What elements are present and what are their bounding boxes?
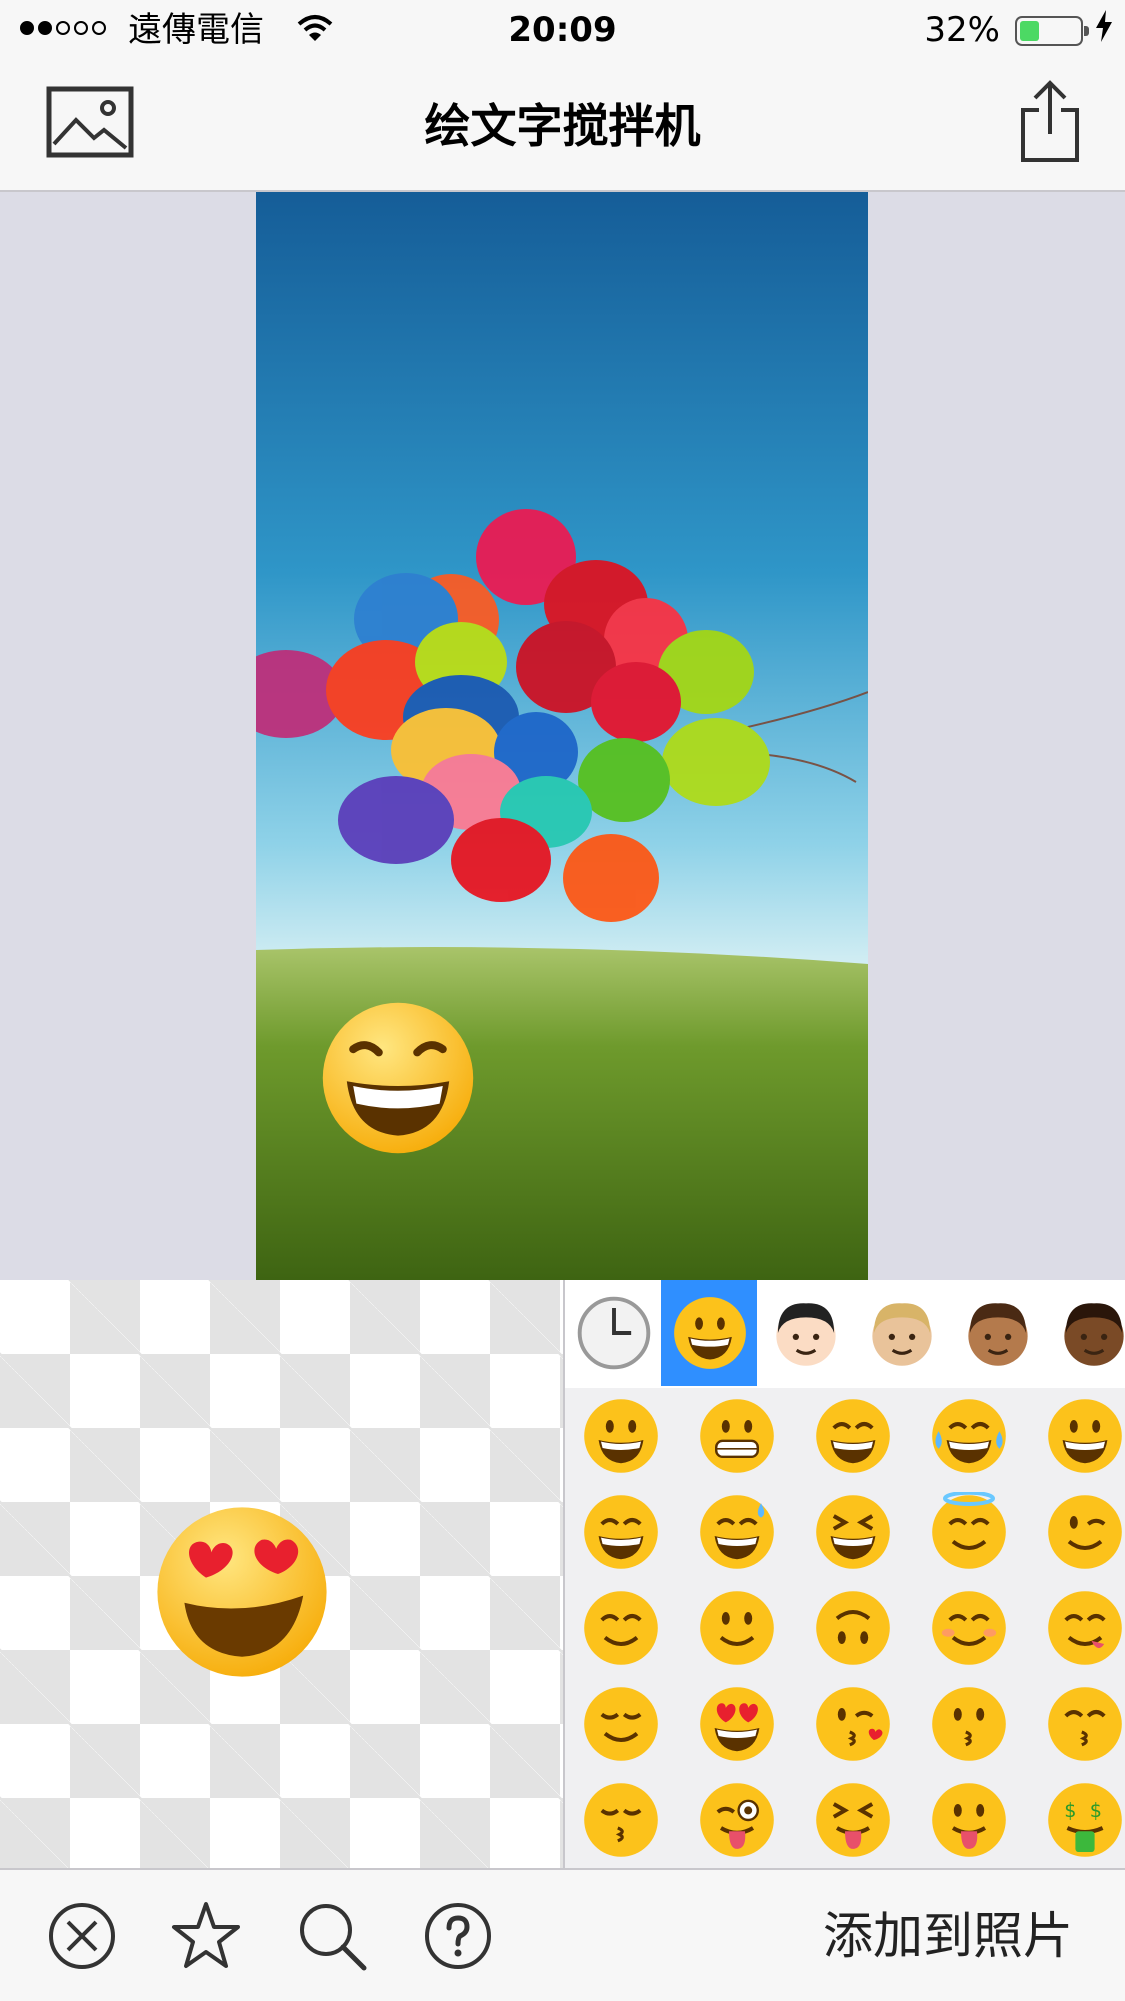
emoji-key-kissing-smiling-eyes-face[interactable] <box>1029 1676 1125 1772</box>
category-tab-bar <box>565 1280 1125 1388</box>
squinting-tongue-face-icon <box>816 1783 890 1857</box>
preview-emoji[interactable] <box>152 1502 332 1682</box>
status-bar: 遠傳電信 20:09 32% <box>0 0 1125 62</box>
emoji-key-grimacing-face[interactable] <box>681 1388 793 1484</box>
kissing-smiling-eyes-face-icon <box>1048 1687 1122 1761</box>
tears-of-joy-face-icon <box>932 1399 1006 1473</box>
emoji-key-kissing-face[interactable] <box>913 1676 1025 1772</box>
beaming-face-icon <box>816 1399 890 1473</box>
person-dark-icon <box>1064 1303 1124 1366</box>
charging-bolt-icon <box>1096 10 1112 42</box>
category-tab-person-medium-dark[interactable] <box>949 1280 1045 1386</box>
emoji-picker: $ $ <box>563 1280 1125 1868</box>
share-button[interactable] <box>1017 80 1083 164</box>
emoji-key-grinning-squinting-face[interactable] <box>797 1484 909 1580</box>
grinning-squinting-emoji-icon <box>322 1002 474 1154</box>
page-title: 绘文字搅拌机 <box>424 99 701 153</box>
category-tab-recent-clock[interactable] <box>565 1280 661 1386</box>
tongue-face-icon <box>932 1783 1006 1857</box>
grimacing-face-icon <box>700 1399 774 1473</box>
kissing-face-icon <box>932 1687 1006 1761</box>
grinning-squinting-face-icon <box>816 1495 890 1569</box>
clear-icon <box>49 1903 115 1969</box>
upside-down-face-icon <box>816 1591 890 1665</box>
emoji-key-blowing-kiss-face[interactable] <box>797 1676 909 1772</box>
category-tab-person-light[interactable] <box>757 1280 853 1386</box>
blowing-kiss-face-icon <box>816 1687 890 1761</box>
emoji-key-smiling-eyes-face[interactable] <box>565 1580 677 1676</box>
emoji-key-money-mouth-face[interactable]: $ $ <box>1029 1772 1125 1868</box>
emoji-key-heart-eyes-face[interactable] <box>681 1676 793 1772</box>
emoji-key-upside-down-face[interactable] <box>797 1580 909 1676</box>
help-button[interactable] <box>422 1900 494 1972</box>
winking-face-icon <box>1048 1495 1122 1569</box>
category-tab-person-medium-light[interactable] <box>853 1280 949 1386</box>
navigation-bar: 绘文字搅拌机 <box>0 62 1125 192</box>
emoji-key-beaming-face[interactable] <box>797 1388 909 1484</box>
grinning-face-icon <box>584 1399 658 1473</box>
relieved-face-icon <box>584 1687 658 1761</box>
winking-tongue-face-icon <box>700 1783 774 1857</box>
person-medium-dark-icon <box>968 1303 1028 1366</box>
smiling-face-icon <box>932 1591 1006 1665</box>
grinning-smiling-eyes-face-icon <box>584 1495 658 1569</box>
person-light-icon <box>776 1303 836 1366</box>
emoji-key-slightly-smiling-face[interactable] <box>681 1580 793 1676</box>
emoji-key-relieved-face[interactable] <box>565 1676 677 1772</box>
emoji-key-grinning-smiling-eyes-face[interactable] <box>565 1484 677 1580</box>
favorite-star-icon <box>172 1902 240 1968</box>
emoji-key-winking-face[interactable] <box>1029 1484 1125 1580</box>
svg-text:$: $ <box>1090 1799 1102 1822</box>
category-tab-person-dark[interactable] <box>1045 1280 1125 1386</box>
recent-clock-icon <box>577 1296 651 1370</box>
smiling-eyes-face-icon <box>584 1591 658 1665</box>
savoring-food-face-icon <box>1048 1591 1122 1665</box>
halo-face-icon <box>932 1492 1006 1569</box>
grinning-sweat-face-icon <box>700 1495 774 1569</box>
emoji-key-grinning-big-eyes-face[interactable] <box>1029 1388 1125 1484</box>
emoji-key-kissing-closed-eyes-face[interactable] <box>565 1772 677 1868</box>
heart-eyes-emoji-icon <box>157 1507 327 1677</box>
battery-icon <box>1015 16 1089 46</box>
svg-text:$: $ <box>1064 1799 1076 1822</box>
grinning-big-eyes-face-icon <box>1048 1399 1122 1473</box>
bottom-toolbar: 添加到照片 <box>0 1868 1125 2001</box>
favorites-button[interactable] <box>170 1900 242 1972</box>
emoji-key-tears-of-joy-face[interactable] <box>913 1388 1025 1484</box>
money-mouth-face-icon: $ $ <box>1048 1783 1122 1857</box>
emoji-key-smiling-face[interactable] <box>913 1580 1025 1676</box>
emoji-key-winking-tongue-face[interactable] <box>681 1772 793 1868</box>
heart-eyes-face-icon <box>700 1687 774 1761</box>
emoji-key-savoring-food-face[interactable] <box>1029 1580 1125 1676</box>
category-tab-smileys[interactable] <box>661 1280 757 1386</box>
emoji-key-squinting-tongue-face[interactable] <box>797 1772 909 1868</box>
emoji-preview-pane <box>0 1280 563 1868</box>
help-icon <box>425 1903 491 1969</box>
share-icon <box>1021 80 1079 162</box>
emoji-key-tongue-face[interactable] <box>913 1772 1025 1868</box>
emoji-key-grinning-sweat-face[interactable] <box>681 1484 793 1580</box>
battery-percentage: 32% <box>924 10 1000 50</box>
add-to-photos-button[interactable]: 添加到照片 <box>823 1906 1073 1966</box>
editing-canvas[interactable] <box>0 192 1125 1280</box>
emoji-key-grinning-face[interactable] <box>565 1388 677 1484</box>
person-medium-light-icon <box>872 1303 932 1366</box>
emoji-key-halo-face[interactable] <box>913 1484 1025 1580</box>
kissing-closed-eyes-face-icon <box>584 1783 658 1857</box>
placed-emoji-sticker[interactable] <box>318 998 478 1158</box>
slightly-smiling-face-icon <box>700 1591 774 1665</box>
emoji-grid: $ $ <box>565 1388 1125 1868</box>
search-button[interactable] <box>296 1900 368 1972</box>
search-icon <box>300 1904 367 1971</box>
smileys-icon <box>674 1297 746 1369</box>
clear-button[interactable] <box>46 1900 118 1972</box>
